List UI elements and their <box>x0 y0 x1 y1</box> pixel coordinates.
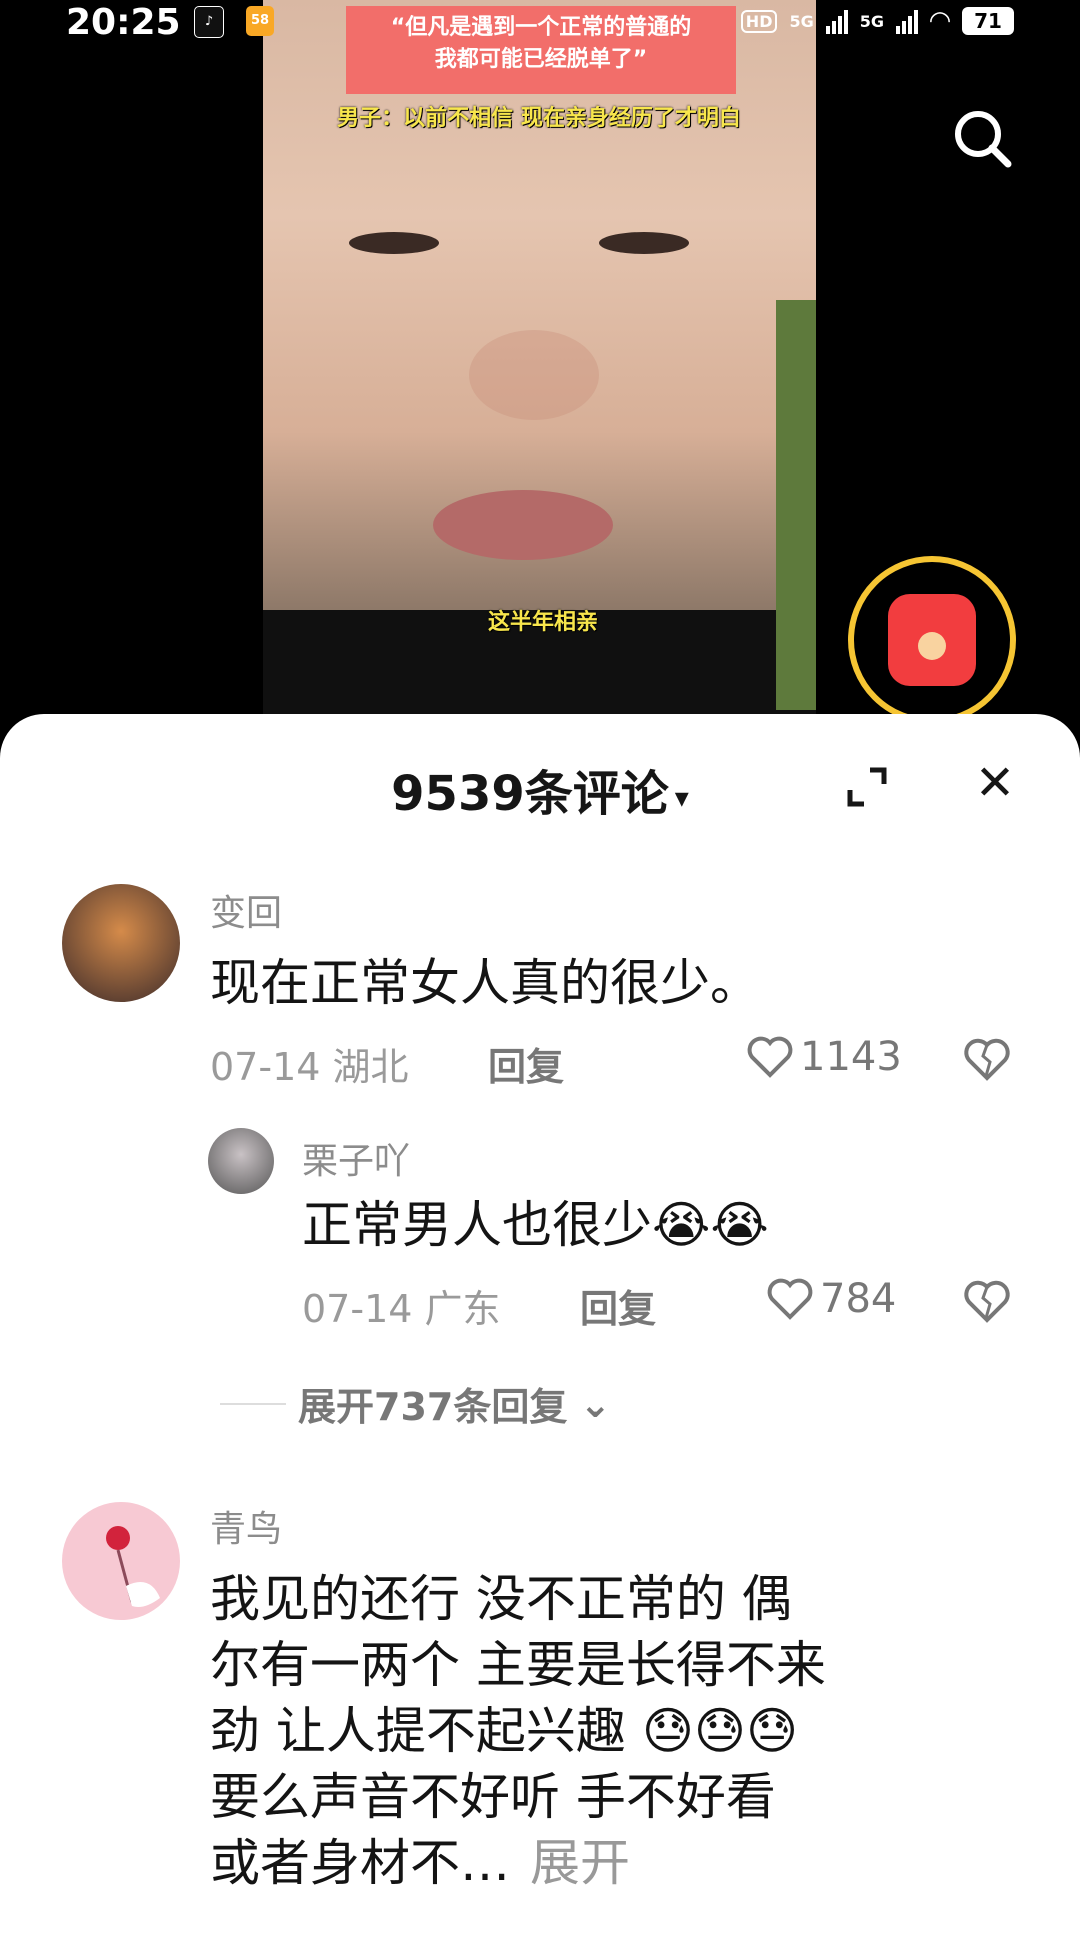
video-player[interactable]: “但凡是遇到一个正常的普通的 我都可能已经脱单了” 男子：以前不相信 现在亲身经… <box>263 0 816 720</box>
comment-count-label: 9539条评论 <box>391 766 669 822</box>
laptop-emoji: 😓😓😓 <box>641 1702 799 1760</box>
like-count: 784 <box>820 1276 897 1322</box>
red-packet-icon <box>888 594 976 686</box>
signal-icon <box>896 8 918 34</box>
comment-line: 劲 让人提不起兴趣 😓😓😓 <box>210 1698 1030 1764</box>
expand-icon <box>847 767 887 807</box>
expand-replies-button[interactable]: 展开737条回复 ⌄ <box>220 1376 611 1431</box>
comment-location: 广东 <box>424 1287 501 1331</box>
comment-text: 我见的还行 没不正常的 偶 尔有一两个 主要是长得不来 劲 让人提不起兴趣 😓😓… <box>210 1566 1030 1896</box>
broken-heart-icon <box>964 1280 1010 1323</box>
wifi-icon: ◠ <box>930 6 950 36</box>
58-app-icon: 58 <box>246 6 274 36</box>
video-lower-caption: 这半年相亲 <box>487 610 598 635</box>
status-indicators: HD 5G 5G ◠ 71 <box>740 6 1014 36</box>
network-label-1: 5G <box>789 11 814 31</box>
video-subcaption: 男子：以前不相信 现在亲身经历了才明白 <box>337 106 741 131</box>
douyin-app-icon: ♪ <box>194 6 224 38</box>
video-frame-detail <box>433 490 613 560</box>
red-packet-button[interactable] <box>848 556 1016 724</box>
hd-badge: HD <box>740 9 778 33</box>
video-frame-detail <box>776 300 816 710</box>
status-bar: 20:25 ♪ 58 HD 5G 5G ◠ 71 <box>0 0 1080 48</box>
comment-meta: 07-14 湖北 <box>210 1036 409 1091</box>
heart-icon <box>747 1036 793 1078</box>
network-label-2: 5G <box>859 11 884 31</box>
close-button[interactable]: ✕ <box>970 758 1020 808</box>
comment-line-text: 劲 让人提不起兴趣 <box>210 1702 626 1760</box>
video-caption-line: 我都可能已经脱单了” <box>434 47 648 72</box>
red-packet-seal <box>918 632 946 660</box>
comment-date: 07-14 <box>210 1045 321 1089</box>
comment-text-body: 正常男人也很少 <box>302 1196 652 1254</box>
video-frame-detail <box>469 330 599 420</box>
like-count: 1143 <box>800 1034 902 1080</box>
comment-line: 要么声音不好听 手不好看 <box>210 1768 776 1826</box>
reply-button[interactable]: 回复 <box>580 1278 656 1333</box>
comment-username[interactable]: 变回 <box>210 884 282 936</box>
expand-replies-label: 展开737条回复 <box>298 1385 568 1429</box>
reply-button[interactable]: 回复 <box>488 1036 564 1091</box>
expand-sheet-button[interactable] <box>842 762 892 812</box>
comment-count-title[interactable]: 9539条评论 ▾ <box>0 754 1080 824</box>
dislike-button[interactable] <box>962 1036 1012 1086</box>
divider-line <box>220 1402 286 1405</box>
comment-location: 湖北 <box>332 1045 409 1089</box>
expand-text-button[interactable]: 展开 <box>530 1834 630 1892</box>
like-button[interactable]: 784 <box>766 1276 896 1322</box>
comment-date: 07-14 <box>302 1287 413 1331</box>
dislike-button[interactable] <box>962 1278 1012 1328</box>
heart-icon <box>767 1278 813 1320</box>
comment-line: 我见的还行 没不正常的 偶 <box>210 1570 792 1628</box>
comment-meta: 07-14 广东 <box>302 1278 501 1333</box>
broken-heart-icon <box>964 1038 1010 1081</box>
comment-text: 正常男人也很少😭😭 <box>302 1192 769 1258</box>
search-icon <box>955 111 1012 168</box>
signal-icon <box>825 8 848 34</box>
heart-hand-avatar-icon <box>106 1526 160 1607</box>
avatar[interactable] <box>208 1128 274 1194</box>
crying-emoji: 😭😭 <box>652 1196 769 1254</box>
avatar[interactable] <box>62 1502 180 1620</box>
chevron-down-icon: ▾ <box>674 780 689 814</box>
comment-username[interactable]: 青鸟 <box>210 1500 282 1552</box>
video-frame-detail <box>349 232 439 254</box>
comment-line: 尔有一两个 主要是长得不来 <box>210 1636 826 1694</box>
battery-icon: 71 <box>962 7 1014 35</box>
search-button[interactable] <box>950 106 1014 170</box>
comment-line: 或者身材不… 展开 <box>210 1830 1030 1896</box>
like-button[interactable]: 1143 <box>746 1034 902 1080</box>
comment-username[interactable]: 栗子吖 <box>302 1132 410 1184</box>
avatar[interactable] <box>62 884 180 1002</box>
comment-line-text: 或者身材不… <box>210 1834 510 1892</box>
chevron-down-icon: ⌄ <box>579 1381 612 1426</box>
status-time: 20:25 <box>66 2 181 43</box>
video-frame-detail <box>599 232 689 254</box>
comment-text: 现在正常女人真的很少。 <box>210 954 760 1012</box>
